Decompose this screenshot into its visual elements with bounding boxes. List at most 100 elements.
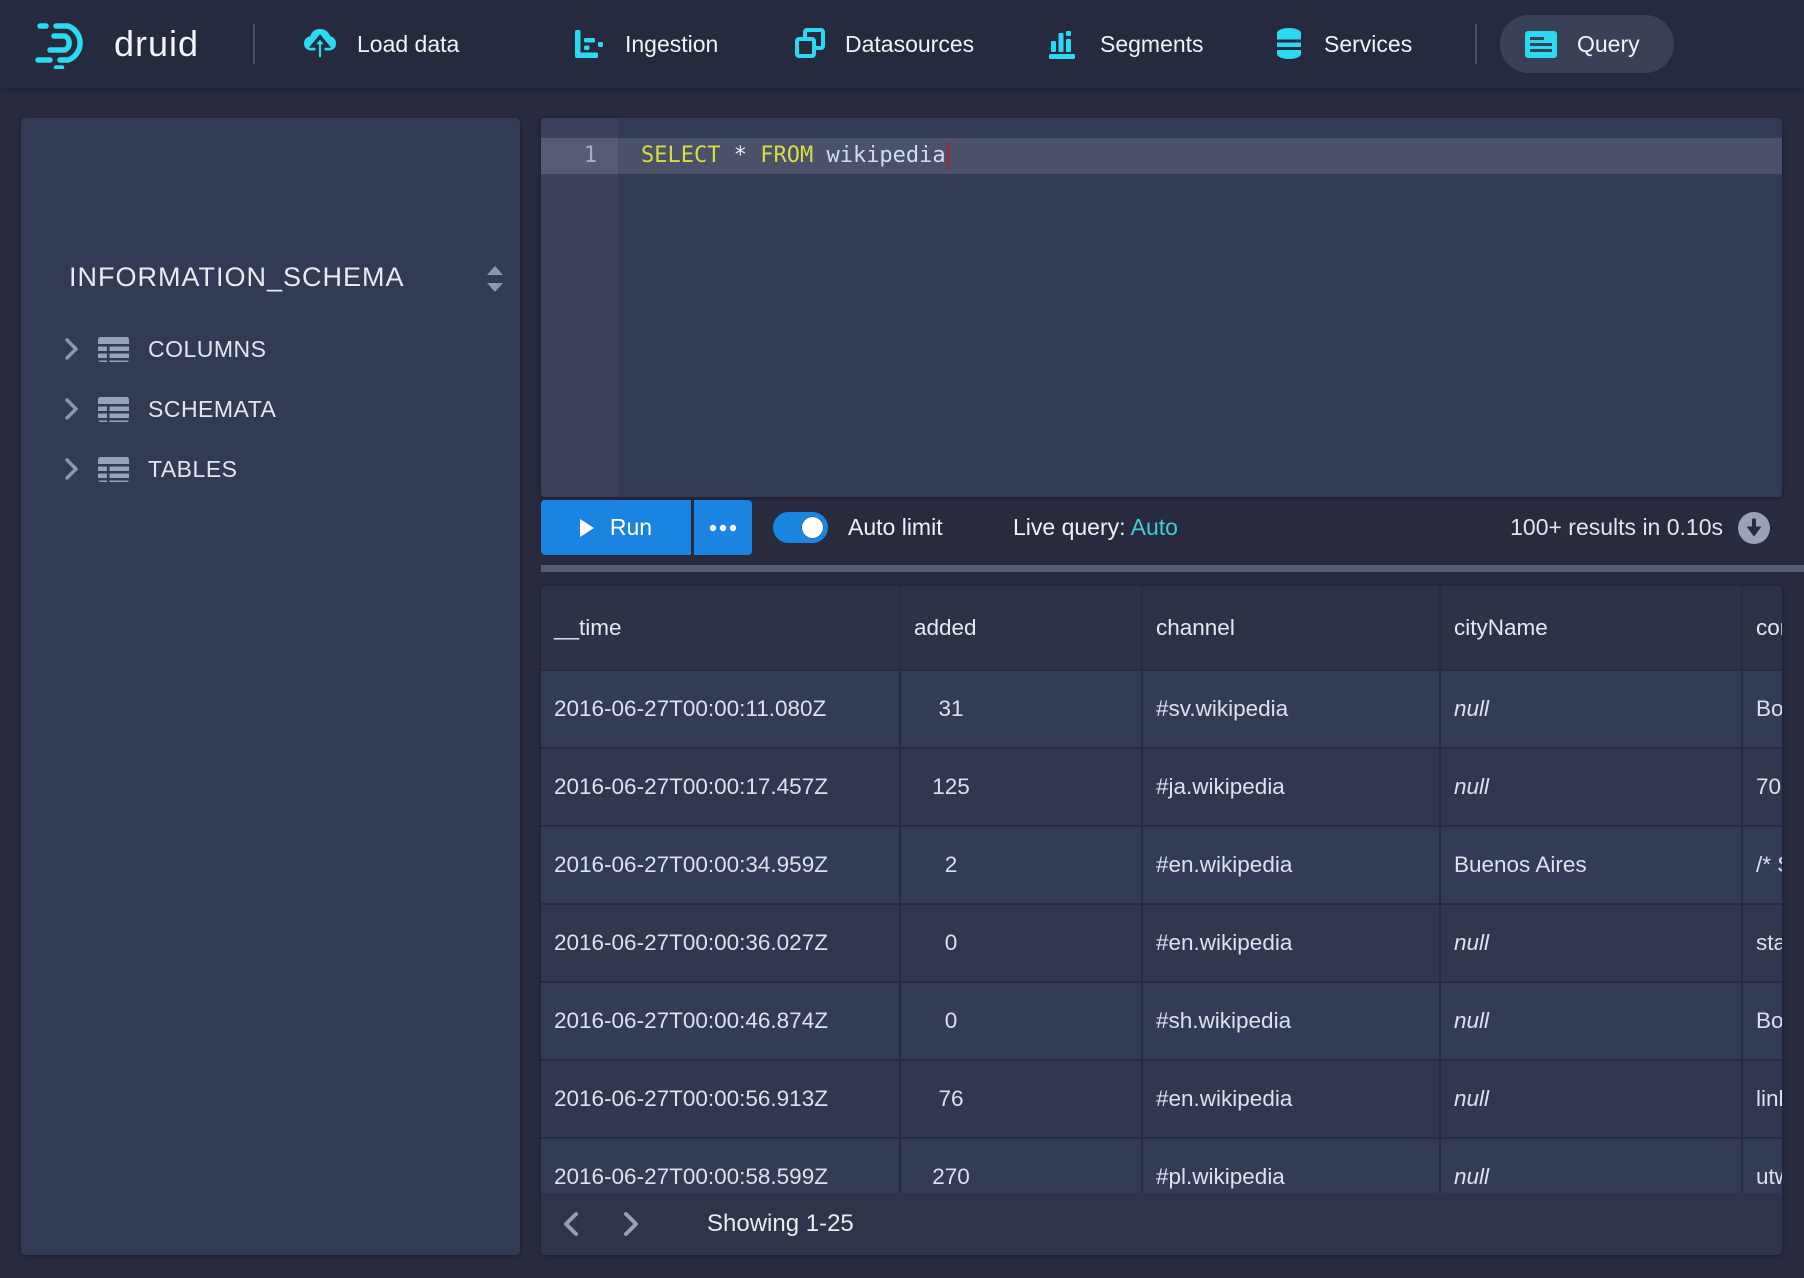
table-cell: 2016-06-27T00:00:36.027Z bbox=[541, 905, 899, 981]
table-cell: 2016-06-27T00:00:34.959Z bbox=[541, 827, 899, 903]
services-database-icon bbox=[1274, 27, 1304, 61]
table-row: 2016-06-27T00:00:17.457Z125#ja.wikipedia… bbox=[541, 747, 1782, 825]
table-rows: 2016-06-27T00:00:11.080Z31#sv.wikipedian… bbox=[541, 669, 1782, 1193]
table-cell: 2016-06-27T00:00:11.080Z bbox=[541, 671, 899, 747]
top-nav: druid Load data bbox=[0, 0, 1804, 88]
table-cell: null bbox=[1439, 1139, 1741, 1193]
nav-item-label: Datasources bbox=[845, 31, 974, 58]
table-header-row: __time added channel cityName comment bbox=[541, 586, 1782, 669]
table-cell: 0 bbox=[899, 905, 1141, 981]
schema-sidebar: INFORMATION_SCHEMA COLUMNS bbox=[21, 118, 520, 1255]
table-cell: 2016-06-27T00:00:46.874Z bbox=[541, 983, 899, 1059]
table-row: 2016-06-27T00:00:34.959Z2#en.wikipediaBu… bbox=[541, 825, 1782, 903]
nav-item-segments[interactable]: Segments bbox=[1048, 0, 1204, 88]
table-cell: 0 bbox=[899, 983, 1141, 1059]
table-grid-icon bbox=[98, 457, 129, 482]
druid-console: druid Load data bbox=[0, 0, 1804, 1278]
sql-keyword: SELECT bbox=[641, 143, 734, 168]
table-cell: sta bbox=[1741, 905, 1782, 981]
column-header[interactable]: added bbox=[899, 586, 1141, 669]
sql-editor[interactable]: 1 SELECT * FROM wikipedia bbox=[541, 118, 1782, 497]
table-cell: #sv.wikipedia bbox=[1141, 671, 1439, 747]
table-cell: 270 bbox=[899, 1139, 1141, 1193]
toggle-knob bbox=[798, 513, 827, 542]
nav-item-label: Query bbox=[1577, 31, 1640, 58]
column-header[interactable]: comment bbox=[1741, 586, 1782, 669]
editor-gutter bbox=[541, 118, 618, 497]
table-cell: Bot bbox=[1741, 671, 1782, 747]
auto-limit-toggle[interactable] bbox=[773, 512, 828, 543]
tree-item-columns[interactable]: COLUMNS bbox=[49, 324, 499, 374]
segments-barchart-icon bbox=[1048, 28, 1080, 60]
nav-item-datasources[interactable]: Datasources bbox=[793, 0, 974, 88]
horizontal-scrollbar[interactable] bbox=[541, 565, 1804, 572]
sql-identifier: wikipedia bbox=[826, 143, 945, 168]
druid-logo[interactable]: druid bbox=[34, 0, 199, 88]
table-cell: 2016-06-27T00:00:58.599Z bbox=[541, 1139, 899, 1193]
table-cell: #ja.wikipedia bbox=[1141, 749, 1439, 825]
brand-name: druid bbox=[114, 23, 199, 65]
table-cell: null bbox=[1439, 983, 1741, 1059]
schema-title: INFORMATION_SCHEMA bbox=[69, 262, 405, 293]
prev-page-button[interactable] bbox=[549, 1202, 593, 1246]
sql-query-text: SELECT * FROM wikipedia bbox=[641, 138, 950, 174]
sql-operator: * bbox=[734, 143, 761, 168]
table-cell: 2016-06-27T00:00:17.457Z bbox=[541, 749, 899, 825]
nav-item-ingestion[interactable]: Ingestion bbox=[573, 0, 718, 88]
next-page-button[interactable] bbox=[609, 1202, 653, 1246]
nav-item-load-data[interactable]: Load data bbox=[303, 0, 459, 88]
table-cell: #en.wikipedia bbox=[1141, 905, 1439, 981]
nav-item-label: Segments bbox=[1100, 31, 1204, 58]
column-header[interactable]: __time bbox=[541, 586, 899, 669]
run-button[interactable]: Run bbox=[541, 500, 691, 555]
download-results-icon[interactable] bbox=[1737, 511, 1771, 545]
ingestion-chart-icon bbox=[573, 28, 605, 60]
table-cell: #en.wikipedia bbox=[1141, 827, 1439, 903]
upload-cloud-icon bbox=[303, 27, 337, 61]
column-header[interactable]: cityName bbox=[1439, 586, 1741, 669]
table-cell: 125 bbox=[899, 749, 1141, 825]
table-row: 2016-06-27T00:00:56.913Z76#en.wikipedian… bbox=[541, 1059, 1782, 1137]
chevron-right-icon bbox=[65, 458, 79, 480]
nav-divider bbox=[253, 24, 255, 64]
text-cursor bbox=[947, 143, 950, 169]
table-cell: 76 bbox=[899, 1061, 1141, 1137]
tree-item-schemata[interactable]: SCHEMATA bbox=[49, 384, 499, 434]
table-row: 2016-06-27T00:00:46.874Z0#sh.wikipedianu… bbox=[541, 981, 1782, 1059]
table-cell: null bbox=[1439, 749, 1741, 825]
line-number: 1 bbox=[541, 138, 597, 174]
tree-item-label: SCHEMATA bbox=[148, 396, 276, 423]
table-cell: Buenos Aires bbox=[1439, 827, 1741, 903]
tree-item-tables[interactable]: TABLES bbox=[49, 444, 499, 494]
tree-item-label: COLUMNS bbox=[148, 336, 267, 363]
nav-item-label: Load data bbox=[357, 31, 459, 58]
run-button-label: Run bbox=[610, 514, 652, 541]
more-dots-icon bbox=[709, 524, 737, 532]
chevron-right-icon bbox=[65, 338, 79, 360]
nav-item-label: Ingestion bbox=[625, 31, 718, 58]
showing-range-label: Showing 1-25 bbox=[707, 1210, 854, 1238]
results-panel: __time added channel cityName comment 20… bbox=[541, 586, 1782, 1255]
table-cell: null bbox=[1439, 671, 1741, 747]
tree-item-label: TABLES bbox=[148, 456, 238, 483]
pagination-footer: Showing 1-25 bbox=[541, 1193, 1782, 1255]
druid-logo-icon bbox=[34, 19, 100, 69]
nav-item-query[interactable]: Query bbox=[1500, 15, 1674, 73]
sort-icon[interactable] bbox=[483, 264, 507, 294]
column-header[interactable]: channel bbox=[1141, 586, 1439, 669]
table-row: 2016-06-27T00:00:58.599Z270#pl.wikipedia… bbox=[541, 1137, 1782, 1193]
nav-item-services[interactable]: Services bbox=[1274, 0, 1412, 88]
nav-divider bbox=[1475, 24, 1477, 64]
table-cell: null bbox=[1439, 1061, 1741, 1137]
sql-keyword: FROM bbox=[760, 143, 826, 168]
chevron-right-icon bbox=[65, 398, 79, 420]
live-query-value[interactable]: Auto bbox=[1131, 514, 1178, 540]
table-cell: #sh.wikipedia bbox=[1141, 983, 1439, 1059]
table-row: 2016-06-27T00:00:36.027Z0#en.wikipedianu… bbox=[541, 903, 1782, 981]
live-query-label: Live query: bbox=[1013, 514, 1126, 540]
table-row: 2016-06-27T00:00:11.080Z31#sv.wikipedian… bbox=[541, 669, 1782, 747]
table-grid-icon bbox=[98, 397, 129, 422]
run-more-button[interactable] bbox=[694, 500, 752, 555]
table-cell: link bbox=[1741, 1061, 1782, 1137]
table-cell: 70. bbox=[1741, 749, 1782, 825]
